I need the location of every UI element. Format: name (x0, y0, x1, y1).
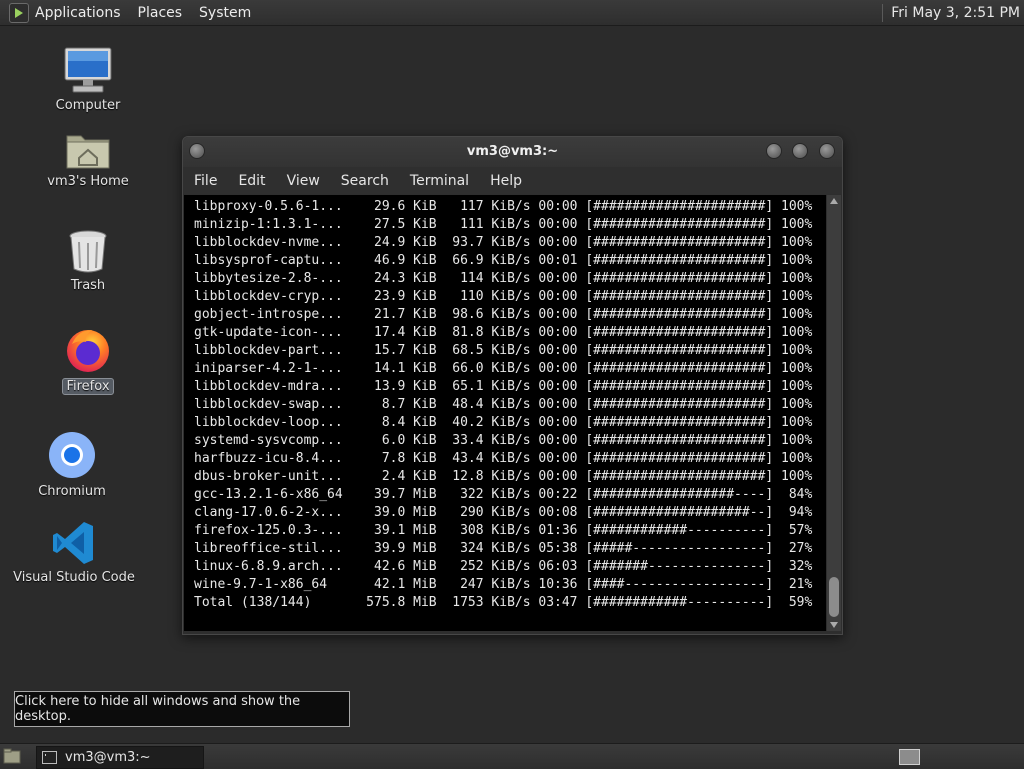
desktop-icon-vscode[interactable]: Visual Studio Code (13, 520, 135, 585)
terminal-scrollbar[interactable] (827, 195, 841, 631)
minimize-button[interactable] (766, 143, 782, 159)
show-desktop-icon[interactable] (3, 748, 21, 764)
scroll-up-arrow-icon[interactable] (830, 198, 838, 204)
chromium-icon (49, 432, 95, 478)
terminal-line: libblockdev-part... 15.7 KiB 68.5 KiB/s … (194, 343, 813, 358)
terminal-line: gcc-13.2.1-6-x86_64 39.7 MiB 322 KiB/s 0… (194, 487, 813, 502)
desktop-icon-label: Chromium (38, 484, 106, 499)
desktop-icon-chromium[interactable]: Chromium (32, 430, 112, 499)
terminal-line: libblockdev-nvme... 24.9 KiB 93.7 KiB/s … (194, 235, 813, 250)
menu-edit[interactable]: Edit (238, 173, 265, 189)
bottom-panel: vm3@vm3:~ (0, 743, 1024, 769)
terminal-line: linux-6.8.9.arch... 42.6 MiB 252 KiB/s 0… (194, 559, 813, 574)
window-title: vm3@vm3:~ (466, 144, 559, 159)
desktop-icon-home[interactable]: vm3's Home (47, 128, 129, 189)
vscode-icon (53, 522, 93, 564)
terminal-line: systemd-sysvcomp... 6.0 KiB 33.4 KiB/s 0… (194, 433, 813, 448)
desktop-icon-label: Visual Studio Code (13, 570, 135, 585)
desktop-icon-computer[interactable]: Computer (48, 46, 128, 113)
terminal-line: gobject-introspe... 21.7 KiB 98.6 KiB/s … (194, 307, 813, 322)
desktop-icon-label: Firefox (62, 378, 114, 395)
firefox-icon (67, 330, 109, 372)
terminal-lines: libproxy-0.5.6-1... 29.6 KiB 117 KiB/s 0… (194, 198, 826, 612)
menu-search[interactable]: Search (341, 173, 389, 189)
terminal-icon (42, 751, 57, 764)
terminal-line: firefox-125.0.3-... 39.1 MiB 308 KiB/s 0… (194, 523, 813, 538)
desktop-icon-label: Computer (55, 98, 121, 113)
terminal-line: libbytesize-2.8-... 24.3 KiB 114 KiB/s 0… (194, 271, 813, 286)
places-menu[interactable]: Places (138, 5, 183, 21)
desktop-icon-firefox[interactable]: Firefox (48, 326, 128, 395)
terminal-line: minizip-1:1.3.1-... 27.5 KiB 111 KiB/s 0… (194, 217, 813, 232)
terminal-window[interactable]: vm3@vm3:~ File Edit View Search Terminal… (182, 136, 843, 635)
taskbar-window-button[interactable]: vm3@vm3:~ (36, 746, 204, 769)
menu-terminal[interactable]: Terminal (410, 173, 469, 189)
panel-separator (882, 3, 884, 22)
terminal-line: libreoffice-stil... 39.9 MiB 324 KiB/s 0… (194, 541, 813, 556)
terminal-line: libsysprof-captu... 46.9 KiB 66.9 KiB/s … (194, 253, 813, 268)
applications-menu[interactable]: Applications (35, 5, 121, 21)
window-titlebar[interactable]: vm3@vm3:~ (183, 137, 842, 167)
maximize-button[interactable] (792, 143, 808, 159)
terminal-line: gtk-update-icon-... 17.4 KiB 81.8 KiB/s … (194, 325, 813, 340)
menu-help[interactable]: Help (490, 173, 522, 189)
terminal-line: libblockdev-swap... 8.7 KiB 48.4 KiB/s 0… (194, 397, 813, 412)
terminal-line: libblockdev-mdra... 13.9 KiB 65.1 KiB/s … (194, 379, 813, 394)
terminal-line: libproxy-0.5.6-1... 29.6 KiB 117 KiB/s 0… (194, 199, 813, 214)
clock[interactable]: Fri May 3, 2:51 PM (891, 5, 1020, 21)
scroll-down-arrow-icon[interactable] (830, 622, 838, 628)
workspace-switcher[interactable] (899, 749, 920, 765)
menu-file[interactable]: File (194, 173, 217, 189)
menu-view[interactable]: View (287, 173, 320, 189)
top-panel: Applications Places System Fri May 3, 2:… (0, 0, 1024, 26)
terminal-line: libblockdev-cryp... 23.9 KiB 110 KiB/s 0… (194, 289, 813, 304)
terminal-line: iniparser-4.2-1-... 14.1 KiB 66.0 KiB/s … (194, 361, 813, 376)
terminal-line: Total (138/144) 575.8 MiB 1753 KiB/s 03:… (194, 595, 813, 610)
terminal-line: libblockdev-loop... 8.4 KiB 40.2 KiB/s 0… (194, 415, 813, 430)
home-folder-icon (66, 135, 110, 169)
applications-menu-icon[interactable] (9, 2, 29, 23)
terminal-line: clang-17.0.6-2-x... 39.0 MiB 290 KiB/s 0… (194, 505, 813, 520)
show-desktop-tooltip: Click here to hide all windows and show … (14, 691, 350, 727)
trash-icon (69, 230, 107, 273)
computer-icon (64, 47, 112, 93)
terminal-output[interactable]: libproxy-0.5.6-1... 29.6 KiB 117 KiB/s 0… (184, 195, 826, 631)
terminal-line: harfbuzz-icu-8.4... 7.8 KiB 43.4 KiB/s 0… (194, 451, 813, 466)
terminal-line: dbus-broker-unit... 2.4 KiB 12.8 KiB/s 0… (194, 469, 813, 484)
terminal-line: wine-9.7-1-x86_64 42.1 MiB 247 KiB/s 10:… (194, 577, 813, 592)
desktop-icon-trash[interactable]: Trash (48, 228, 128, 293)
system-menu[interactable]: System (199, 5, 251, 21)
terminal-menubar: File Edit View Search Terminal Help (183, 167, 842, 194)
taskbar-window-label: vm3@vm3:~ (65, 750, 151, 765)
desktop-icon-label: Trash (70, 278, 106, 293)
close-button[interactable] (819, 143, 835, 159)
desktop-icon-label: vm3's Home (47, 174, 129, 189)
scrollbar-thumb[interactable] (829, 577, 839, 617)
